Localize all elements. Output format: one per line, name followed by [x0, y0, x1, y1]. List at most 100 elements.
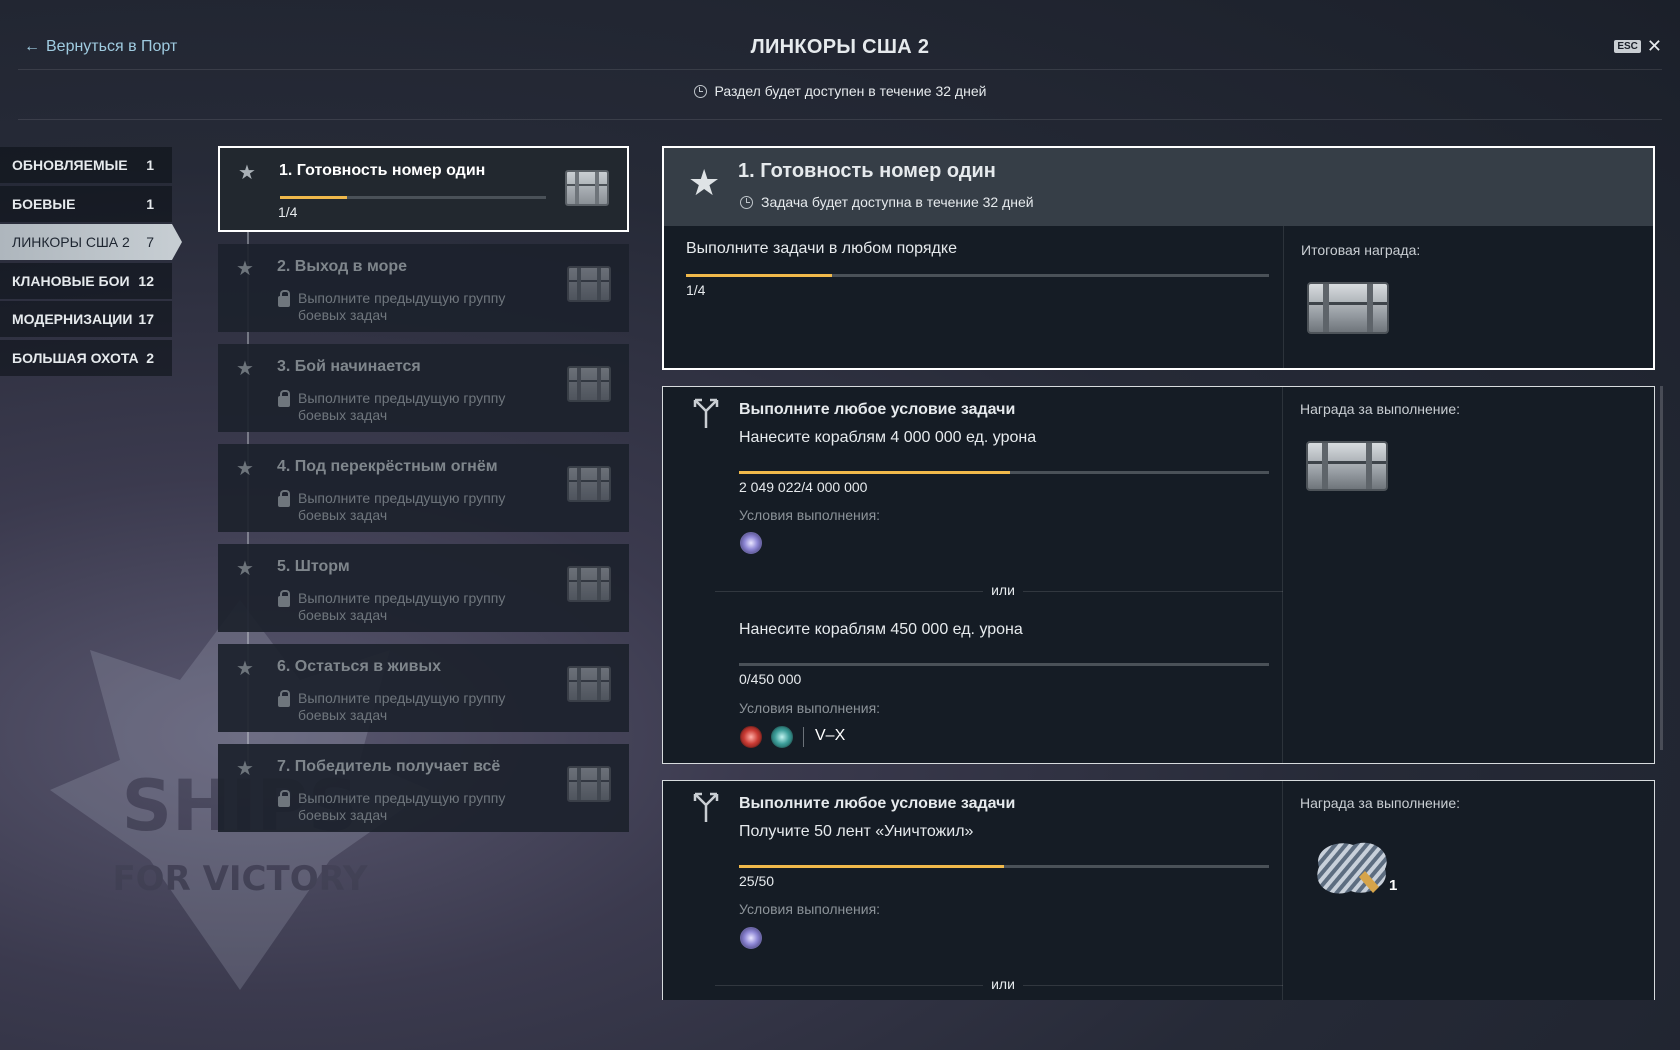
condition-label: Условия выполнения:: [739, 507, 881, 523]
task-group[interactable]: ★ 3. Бой начинается Выполните предыдущую…: [218, 344, 629, 432]
category-list: ОБНОВЛЯЕМЫЕ 1 БОЕВЫЕ 1 ЛИНКОРЫ США 2 7 КЛАН…: [0, 147, 182, 379]
detail-availability: Задача будет доступна в течение 32 дней: [761, 194, 1034, 210]
detail-instruction: Выполните задачи в любом порядке: [686, 240, 957, 257]
task-reward-label: Награда за выполнение:: [1300, 795, 1460, 811]
branch-icon: [693, 792, 719, 822]
tier-range: V–X: [815, 727, 846, 744]
chest-icon: [565, 170, 609, 206]
task-group[interactable]: ★ 4. Под перекрёстным огнём Выполните пр…: [218, 444, 629, 532]
group-title: 5. Шторм: [277, 558, 350, 575]
task-group[interactable]: ★ 2. Выход в море Выполните предыдущую г…: [218, 244, 629, 332]
category-item[interactable]: БОЛЬШАЯ ОХОТА 2: [0, 339, 172, 376]
group-title: 4. Под перекрёстным огнём: [277, 458, 498, 475]
condition-count: 2 049 022/4 000 000: [739, 479, 868, 495]
category-item[interactable]: КЛАНОВЫЕ БОИ 12: [0, 262, 172, 299]
availability-text: Раздел будет доступен в течение 32 дней: [714, 83, 987, 99]
chest-icon: [567, 366, 611, 402]
lock-icon: [278, 590, 290, 607]
star-icon: ★: [236, 258, 254, 280]
page-title: ЛИНКОРЫ США 2: [750, 36, 930, 58]
group-title: 7. Победитель получает всё: [277, 758, 501, 775]
locked-text: Выполните предыдущую группу боевых задач: [298, 290, 506, 323]
locked-text: Выполните предыдущую группу боевых задач: [298, 490, 506, 523]
star-icon: ★: [236, 658, 254, 680]
lock-icon: [278, 490, 290, 507]
category-item-active[interactable]: ЛИНКОРЫ США 2 7: [0, 224, 182, 261]
any-ship-type-icon[interactable]: [740, 532, 762, 554]
usa-nation-icon[interactable]: [740, 726, 762, 748]
detail-progress-bar: [686, 274, 1269, 277]
task-heading: Выполните любое условие задачи: [739, 401, 1016, 418]
chest-icon: [567, 566, 611, 602]
scrollbar[interactable]: [1660, 386, 1663, 750]
star-icon: ★: [238, 162, 256, 184]
group-summary-header: ★ 1. Готовность номер один Задача будет …: [664, 148, 1653, 226]
condition-text: Нанесите кораблям 4 000 000 ед. урона: [739, 429, 1037, 446]
esc-badge: ESC: [1614, 40, 1641, 53]
camouflage-icon[interactable]: [1313, 837, 1393, 899]
or-label: или: [983, 582, 1023, 598]
condition-count: 25/50: [739, 873, 775, 889]
or-label: или: [983, 976, 1023, 992]
task-group[interactable]: ★ 7. Победитель получает всё Выполните п…: [218, 744, 629, 832]
final-reward-label: Итоговая награда:: [1301, 242, 1421, 258]
star-icon: ★: [236, 558, 254, 580]
group-progress-count: 1/4: [278, 204, 298, 220]
task-card: Выполните любое условие задачи Получите …: [662, 780, 1655, 1000]
category-count: 1: [146, 195, 154, 212]
condition-progress-bar: [739, 865, 1269, 868]
category-count: 2: [146, 349, 154, 366]
condition-progress-fill: [739, 865, 1004, 868]
category-item[interactable]: ОБНОВЛЯЕМЫЕ 1: [0, 147, 172, 183]
condition-label: Условия выполнения:: [739, 700, 881, 716]
group-title: 2. Выход в море: [277, 258, 408, 275]
condition-progress-fill: [739, 471, 1011, 474]
clock-icon: [693, 84, 707, 98]
category-count: 1: [146, 157, 154, 173]
chest-icon: [567, 466, 611, 502]
task-detail-panel: ★ 1. Готовность номер один Задача будет …: [662, 146, 1655, 1000]
lock-icon: [278, 390, 290, 407]
condition-progress-bar: [739, 663, 1269, 666]
condition-label: Условия выполнения:: [739, 901, 881, 917]
task-group[interactable]: ★ 6. Остаться в живых Выполните предыдущ…: [218, 644, 629, 732]
branch-icon: [693, 398, 719, 428]
star-icon: ★: [236, 758, 254, 780]
svg-text:FOR VICTORY: FOR VICTORY: [112, 859, 367, 899]
detail-title: 1. Готовность номер один: [738, 160, 996, 182]
condition-count: 0/450 000: [739, 671, 802, 687]
close-button[interactable]: ESC ✕: [1614, 36, 1662, 57]
chest-icon[interactable]: [1307, 282, 1389, 334]
detail-progress-fill: [686, 274, 832, 277]
separator: [803, 727, 804, 747]
locked-text: Выполните предыдущую группу боевых задач: [298, 690, 506, 723]
lock-icon: [278, 290, 290, 307]
chest-icon: [567, 766, 611, 802]
detail-progress-count: 1/4: [686, 282, 706, 298]
camouflage-count: 1: [1389, 877, 1398, 894]
category-label: БОЛЬШАЯ ОХОТА: [12, 349, 139, 366]
task-card: Выполните любое условие задачи Нанесите …: [662, 386, 1655, 764]
lock-icon: [278, 790, 290, 807]
chest-icon: [567, 266, 611, 302]
group-progress-bar: [280, 196, 546, 199]
task-group[interactable]: ★ 5. Шторм Выполните предыдущую группу б…: [218, 544, 629, 632]
category-label: ЛИНКОРЫ США 2: [12, 234, 130, 251]
condition-text: Нанесите кораблям 450 000 ед. урона: [739, 621, 1023, 638]
category-item[interactable]: БОЕВЫЕ 1: [0, 185, 172, 222]
category-label: МОДЕРНИЗАЦИИ: [12, 311, 133, 328]
category-count: 7: [146, 234, 154, 251]
task-group-active[interactable]: ★ 1. Готовность номер один 1/4: [218, 146, 629, 232]
star-icon: ★: [236, 358, 254, 380]
chest-icon[interactable]: [1306, 441, 1388, 491]
group-summary-card: ★ 1. Готовность номер один Задача будет …: [662, 146, 1655, 370]
star-icon: ★: [236, 458, 254, 480]
task-reward-label: Награда за выполнение:: [1300, 401, 1460, 417]
condition-text: Получите 50 лент «Уничтожил»: [739, 823, 974, 840]
any-ship-type-icon[interactable]: [740, 927, 762, 949]
battleship-icon[interactable]: [771, 726, 793, 748]
chest-icon: [567, 666, 611, 702]
group-progress-fill: [280, 196, 347, 199]
close-icon: ✕: [1646, 36, 1662, 56]
category-item[interactable]: МОДЕРНИЗАЦИИ 17: [0, 301, 172, 338]
